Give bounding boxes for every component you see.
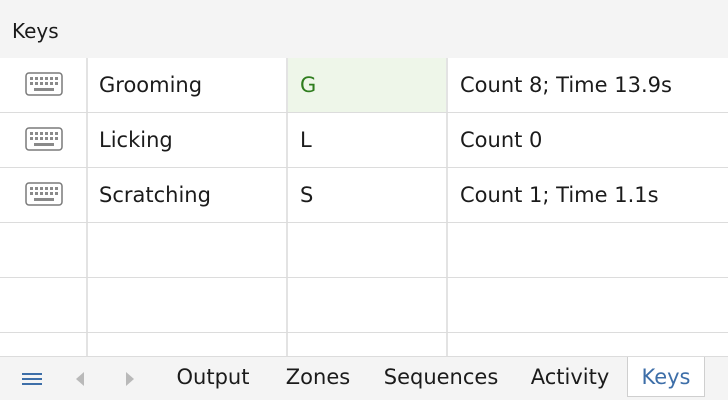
table-row[interactable]: Grooming G Count 8; Time 13.9s [0, 58, 728, 113]
key-binding-cell[interactable]: S [288, 168, 448, 222]
keyboard-icon [25, 182, 63, 206]
empty-row [0, 223, 728, 278]
tab-zones[interactable]: Zones [278, 357, 358, 397]
hamburger-menu-icon[interactable] [20, 365, 44, 393]
key-label-cell[interactable]: Scratching [88, 168, 288, 222]
key-binding-cell[interactable]: L [288, 113, 448, 167]
table-row[interactable]: Licking L Count 0 [0, 113, 728, 168]
empty-cell [88, 223, 288, 277]
empty-cell [448, 278, 728, 332]
key-icon-cell[interactable] [0, 58, 88, 112]
key-label-cell[interactable]: Grooming [88, 58, 288, 112]
empty-cell [0, 333, 88, 356]
empty-cell [288, 223, 448, 277]
tab-activity[interactable]: Activity [524, 357, 616, 397]
keyboard-icon [25, 127, 63, 151]
empty-cell [0, 223, 88, 277]
empty-cell [288, 278, 448, 332]
key-summary-cell: Count 8; Time 13.9s [460, 73, 672, 97]
empty-row [0, 333, 728, 356]
keys-panel-window: Keys Grooming G Count 8; Time 13.9s Lick… [0, 0, 728, 400]
tab-keys[interactable]: Keys [627, 357, 705, 397]
key-binding-cell[interactable]: G [288, 58, 448, 112]
keys-grid: Grooming G Count 8; Time 13.9s Licking L… [0, 58, 728, 356]
chevron-left-icon[interactable] [72, 365, 88, 393]
key-icon-cell[interactable] [0, 113, 88, 167]
empty-row [0, 278, 728, 333]
empty-cell [88, 333, 288, 356]
panel-header: Keys [0, 0, 728, 58]
table-row[interactable]: Scratching S Count 1; Time 1.1s [0, 168, 728, 223]
bottom-tab-bar: Output Zones Sequences Activity Keys [0, 356, 728, 400]
tab-output[interactable]: Output [168, 357, 258, 397]
empty-cell [0, 278, 88, 332]
empty-cell [288, 333, 448, 356]
panel-title: Keys [12, 19, 59, 43]
tab-sequences[interactable]: Sequences [376, 357, 506, 397]
keyboard-icon [25, 72, 63, 96]
key-summary-cell: Count 0 [460, 128, 543, 152]
chevron-right-icon[interactable] [122, 365, 138, 393]
key-label-cell[interactable]: Licking [88, 113, 288, 167]
empty-cell [88, 278, 288, 332]
key-icon-cell[interactable] [0, 168, 88, 222]
empty-cell [448, 333, 728, 356]
key-summary-cell: Count 1; Time 1.1s [460, 183, 659, 207]
empty-cell [448, 223, 728, 277]
